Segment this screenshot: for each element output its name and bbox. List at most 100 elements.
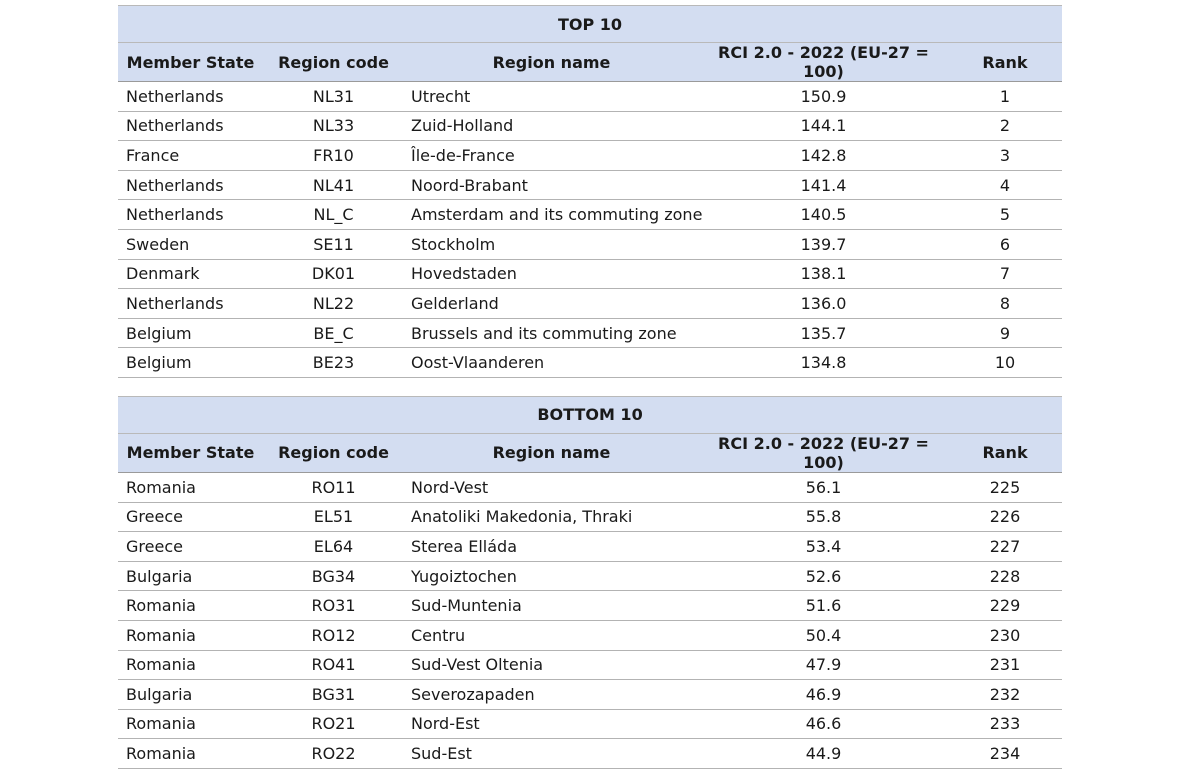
region-name-cell: Île-de-France bbox=[404, 140, 699, 171]
table-row: France FR10 Île-de-France 142.8 3 bbox=[118, 140, 1063, 171]
region-code-cell: EL51 bbox=[263, 502, 404, 533]
region-name-cell: Nord-Vest bbox=[404, 472, 699, 503]
rank-cell: 10 bbox=[948, 347, 1063, 378]
table-row: Romania RO41 Sud-Vest Oltenia 47.9 231 bbox=[118, 650, 1063, 681]
table-body: Netherlands NL31 Utrecht 150.9 1 Netherlands N… bbox=[118, 81, 1063, 378]
rci-value-cell: 46.9 bbox=[699, 679, 948, 710]
member-state-cell: Romania bbox=[118, 650, 263, 681]
member-state-cell: Netherlands bbox=[118, 81, 263, 112]
table-row: Romania RO21 Nord-Est 46.6 233 bbox=[118, 709, 1063, 740]
member-state-cell: Netherlands bbox=[118, 170, 263, 201]
rci-value-cell: 55.8 bbox=[699, 502, 948, 533]
region-code-cell: NL31 bbox=[263, 81, 404, 112]
member-state-cell: Belgium bbox=[118, 318, 263, 349]
region-code-cell: EL64 bbox=[263, 531, 404, 562]
region-code-cell: RO41 bbox=[263, 650, 404, 681]
region-name-cell: Gelderland bbox=[404, 288, 699, 319]
region-code-cell: NL_C bbox=[263, 199, 404, 230]
rank-cell: 3 bbox=[948, 140, 1063, 171]
member-state-cell: Romania bbox=[118, 472, 263, 503]
table-row: Netherlands NL33 Zuid-Holland 144.1 2 bbox=[118, 111, 1063, 142]
rci-value-cell: 141.4 bbox=[699, 170, 948, 201]
region-code-cell: RO12 bbox=[263, 620, 404, 651]
rank-cell: 5 bbox=[948, 199, 1063, 230]
rci-value-cell: 144.1 bbox=[699, 111, 948, 142]
member-state-cell: Romania bbox=[118, 709, 263, 740]
top-10-table: TOP 10 Member State Region code Region n… bbox=[118, 5, 1063, 378]
rci-value-cell: 136.0 bbox=[699, 288, 948, 319]
region-name-cell: Hovedstaden bbox=[404, 259, 699, 290]
header-region-code: Region code bbox=[263, 433, 404, 473]
rci-value-cell: 134.8 bbox=[699, 347, 948, 378]
rci-value-cell: 142.8 bbox=[699, 140, 948, 171]
header-rci: RCI 2.0 - 2022 (EU-27 = 100) bbox=[699, 433, 948, 473]
rci-value-cell: 140.5 bbox=[699, 199, 948, 230]
table-row: Denmark DK01 Hovedstaden 138.1 7 bbox=[118, 259, 1063, 290]
table-row: Belgium BE23 Oost-Vlaanderen 134.8 10 bbox=[118, 347, 1063, 378]
member-state-cell: Belgium bbox=[118, 347, 263, 378]
table-row: Belgium BE_C Brussels and its commuting zo… bbox=[118, 318, 1063, 349]
rci-value-cell: 53.4 bbox=[699, 531, 948, 562]
table-body: Romania RO11 Nord-Vest 56.1 225 Greece EL51 Ana… bbox=[118, 472, 1063, 769]
rci-value-cell: 52.6 bbox=[699, 561, 948, 592]
region-code-cell: BG31 bbox=[263, 679, 404, 710]
region-code-cell: BG34 bbox=[263, 561, 404, 592]
table-row: Bulgaria BG31 Severozapaden 46.9 232 bbox=[118, 679, 1063, 710]
region-code-cell: DK01 bbox=[263, 259, 404, 290]
rank-cell: 225 bbox=[948, 472, 1063, 503]
member-state-cell: Romania bbox=[118, 590, 263, 621]
region-name-cell: Zuid-Holland bbox=[404, 111, 699, 142]
member-state-cell: Greece bbox=[118, 531, 263, 562]
rank-cell: 2 bbox=[948, 111, 1063, 142]
rci-value-cell: 46.6 bbox=[699, 709, 948, 740]
region-name-cell: Utrecht bbox=[404, 81, 699, 112]
rank-cell: 227 bbox=[948, 531, 1063, 562]
region-name-cell: Stockholm bbox=[404, 229, 699, 260]
rci-value-cell: 138.1 bbox=[699, 259, 948, 290]
rank-cell: 231 bbox=[948, 650, 1063, 681]
member-state-cell: Bulgaria bbox=[118, 561, 263, 592]
column-header-row: Member State Region code Region name RCI… bbox=[118, 42, 1063, 82]
rci-value-cell: 150.9 bbox=[699, 81, 948, 112]
rci-value-cell: 47.9 bbox=[699, 650, 948, 681]
region-name-cell: Amsterdam and its commuting zone bbox=[404, 199, 702, 230]
member-state-cell: Denmark bbox=[118, 259, 263, 290]
table-row: Netherlands NL22 Gelderland 136.0 8 bbox=[118, 288, 1063, 319]
table-title-row: BOTTOM 10 bbox=[118, 395, 1063, 434]
rank-cell: 229 bbox=[948, 590, 1063, 621]
header-member-state: Member State bbox=[118, 42, 263, 82]
region-code-cell: BE_C bbox=[263, 318, 404, 349]
rci-value-cell: 135.7 bbox=[699, 318, 948, 349]
rank-cell: 233 bbox=[948, 709, 1063, 740]
rank-cell: 8 bbox=[948, 288, 1063, 319]
table-row: Netherlands NL31 Utrecht 150.9 1 bbox=[118, 81, 1063, 112]
region-name-cell: Brussels and its commuting zone bbox=[404, 318, 699, 349]
table-spacer bbox=[118, 378, 1062, 396]
rank-cell: 4 bbox=[948, 170, 1063, 201]
header-rci: RCI 2.0 - 2022 (EU-27 = 100) bbox=[699, 42, 948, 82]
header-region-name: Region name bbox=[404, 42, 699, 82]
rci-value-cell: 56.1 bbox=[699, 472, 948, 503]
rank-cell: 226 bbox=[948, 502, 1063, 533]
region-name-cell: Sterea Elláda bbox=[404, 531, 699, 562]
header-member-state: Member State bbox=[118, 433, 263, 473]
table-title: TOP 10 bbox=[118, 5, 1063, 43]
rci-value-cell: 139.7 bbox=[699, 229, 948, 260]
header-region-code: Region code bbox=[263, 42, 404, 82]
member-state-cell: Romania bbox=[118, 620, 263, 651]
table-row: Bulgaria BG34 Yugoiztochen 52.6 228 bbox=[118, 561, 1063, 592]
rank-cell: 1 bbox=[948, 81, 1063, 112]
rank-cell: 7 bbox=[948, 259, 1063, 290]
member-state-cell: Sweden bbox=[118, 229, 263, 260]
region-name-cell: Sud-Vest Oltenia bbox=[404, 650, 699, 681]
region-name-cell: Noord-Brabant bbox=[404, 170, 699, 201]
rank-cell: 9 bbox=[948, 318, 1063, 349]
table-row: Romania RO11 Nord-Vest 56.1 225 bbox=[118, 472, 1063, 503]
table-row: Netherlands NL_C Amsterdam and its commuti… bbox=[118, 199, 1063, 230]
rci-value-cell: 50.4 bbox=[699, 620, 948, 651]
region-code-cell: BE23 bbox=[263, 347, 404, 378]
member-state-cell: Bulgaria bbox=[118, 679, 263, 710]
table-row: Romania RO12 Centru 50.4 230 bbox=[118, 620, 1063, 651]
table-title-row: TOP 10 bbox=[118, 5, 1063, 43]
member-state-cell: Netherlands bbox=[118, 288, 263, 319]
